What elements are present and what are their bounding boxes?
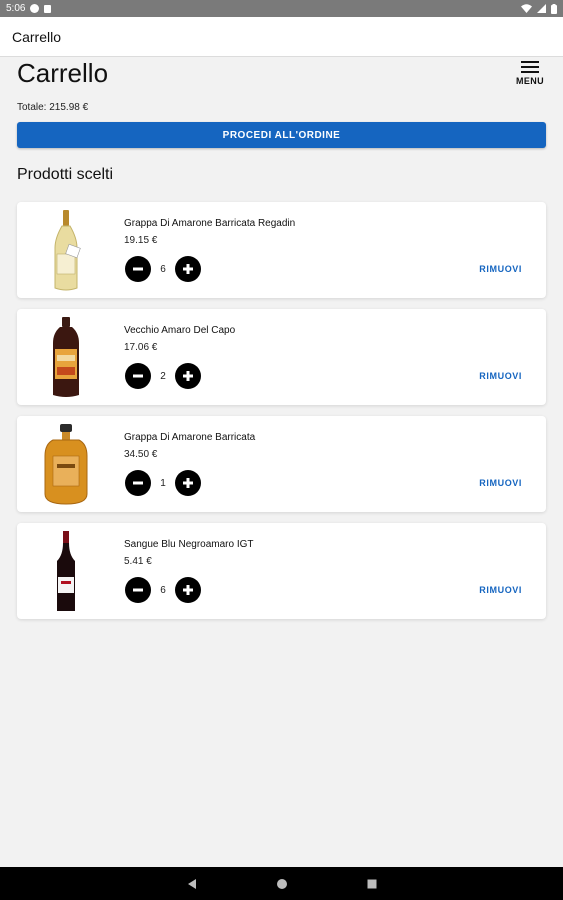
hamburger-icon: [521, 61, 539, 73]
product-image: [53, 317, 79, 397]
remove-item-button[interactable]: RIMUOVI: [479, 585, 522, 595]
product-price: 5.41 €: [124, 556, 152, 567]
product-price: 34.50 €: [124, 449, 158, 460]
remove-item-button[interactable]: RIMUOVI: [479, 478, 522, 488]
app-bar-title: Carrello: [12, 28, 62, 45]
increase-quantity-button[interactable]: [175, 577, 201, 603]
product-name: Vecchio Amaro Del Capo: [124, 325, 236, 336]
plus-icon: [183, 371, 193, 381]
product-price: 19.15 €: [124, 235, 158, 246]
status-time: 5:06: [6, 3, 26, 14]
back-icon[interactable]: [186, 878, 198, 890]
plus-icon: [183, 478, 193, 488]
home-icon[interactable]: [276, 878, 288, 890]
wifi-icon: [521, 4, 532, 13]
menu-label: MENU: [515, 76, 545, 86]
plus-icon: [183, 264, 193, 274]
product-price: 17.06 €: [124, 342, 158, 353]
section-title: Prodotti scelti: [17, 166, 114, 183]
quantity-value: 6: [160, 584, 166, 596]
cart-item: Vecchio Amaro Del Capo 17.06 € 2 RIMUOVI: [17, 309, 546, 405]
quantity-value: 6: [160, 263, 166, 275]
decrease-quantity-button[interactable]: [125, 363, 151, 389]
minus-icon: [133, 374, 143, 378]
product-name: Grappa Di Amarone Barricata Regadin: [124, 218, 296, 229]
decrease-quantity-button[interactable]: [125, 256, 151, 282]
minus-icon: [133, 267, 143, 271]
minus-icon: [133, 588, 143, 592]
remove-item-button[interactable]: RIMUOVI: [479, 264, 522, 274]
product-name: Grappa Di Amarone Barricata: [124, 432, 256, 443]
page-title: Carrello: [17, 58, 109, 88]
decrease-quantity-button[interactable]: [125, 470, 151, 496]
quantity-value: 2: [160, 370, 166, 382]
cart-item: Grappa Di Amarone Barricata 34.50 € 1 RI…: [17, 416, 546, 512]
product-image: [57, 531, 75, 611]
cart-item: Sangue Blu Negroamaro IGT 5.41 € 6 RIMUO…: [17, 523, 546, 619]
plus-icon: [183, 585, 193, 595]
app-bar: Carrello: [0, 17, 563, 57]
increase-quantity-button[interactable]: [175, 470, 201, 496]
signal-icon: [537, 4, 546, 13]
battery-icon: [551, 3, 557, 14]
minus-icon: [133, 481, 143, 485]
remove-item-button[interactable]: RIMUOVI: [479, 371, 522, 381]
recents-icon[interactable]: [366, 878, 378, 890]
menu-button[interactable]: MENU: [513, 60, 547, 92]
quantity-value: 1: [160, 477, 166, 489]
notification-icon: [30, 4, 40, 13]
cart-total: Totale: 215.98 €: [17, 102, 89, 113]
product-image: [44, 424, 88, 505]
sim-card-icon: [44, 4, 52, 13]
decrease-quantity-button[interactable]: [125, 577, 151, 603]
product-image: [54, 210, 81, 291]
cart-item: Grappa Di Amarone Barricata Regadin 19.1…: [17, 202, 546, 298]
proceed-to-order-button[interactable]: PROCEDI ALL'ORDINE: [17, 122, 546, 148]
increase-quantity-button[interactable]: [175, 363, 201, 389]
status-bar: 5:06: [0, 0, 563, 17]
navigation-bar: [0, 867, 563, 900]
increase-quantity-button[interactable]: [175, 256, 201, 282]
product-name: Sangue Blu Negroamaro IGT: [124, 539, 254, 550]
